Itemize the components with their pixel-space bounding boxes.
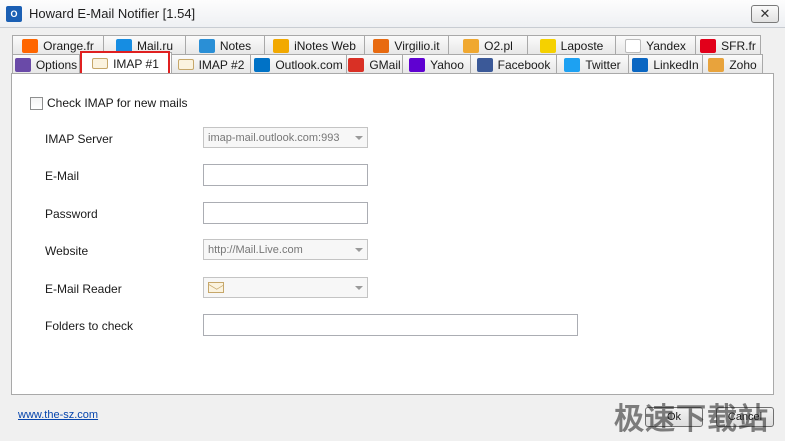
folders-label: Folders to check	[45, 319, 134, 333]
tab-gmail[interactable]: GMail	[347, 54, 403, 74]
outlook-app-icon: O	[6, 5, 22, 22]
website-link[interactable]: www.the-sz.com	[18, 409, 98, 421]
tab-o2-pl[interactable]: O2.pl	[449, 35, 528, 55]
website-value: http://Mail.Live.com	[208, 243, 303, 256]
mailru-icon	[115, 38, 132, 53]
envelope-icon	[208, 282, 224, 293]
tab-label: Facebook	[497, 57, 551, 72]
imap-settings-panel: Check IMAP for new mails IMAP Server ima…	[11, 73, 774, 395]
yandex-icon	[625, 38, 642, 53]
linkedin-icon	[632, 57, 649, 72]
tab-linkedin[interactable]: LinkedIn	[629, 54, 703, 74]
close-icon: ✕	[759, 6, 771, 21]
yahoo-icon	[409, 57, 426, 72]
website-label: Website	[45, 244, 89, 258]
tab-laposte[interactable]: Laposte	[528, 35, 616, 55]
tab-label: Yandex	[646, 38, 686, 53]
check-imap-row[interactable]: Check IMAP for new mails	[30, 96, 188, 110]
laposte-icon	[539, 38, 556, 53]
inotes-icon	[273, 38, 290, 53]
twitter-icon	[564, 57, 581, 72]
imap-server-select[interactable]: imap-mail.outlook.com:993	[203, 127, 368, 148]
imap-server-label: IMAP Server	[45, 132, 113, 146]
tab-label: SFR.fr	[721, 38, 756, 53]
tab-label: Outlook.com	[275, 57, 343, 72]
close-button[interactable]: ✕	[751, 5, 779, 23]
zoho-icon	[708, 57, 725, 72]
email-label: E-Mail	[45, 169, 80, 183]
watermark-text: 极速下载站	[614, 402, 769, 437]
tab-label: IMAP #1	[113, 56, 159, 71]
tab-outlook-com[interactable]: Outlook.com	[251, 54, 347, 74]
tab-label: Orange.fr	[43, 38, 94, 53]
o2-icon	[463, 38, 480, 53]
imap-server-value: imap-mail.outlook.com:993	[208, 131, 340, 144]
email-reader-label: E-Mail Reader	[45, 282, 122, 296]
tab-imap-1[interactable]: IMAP #1	[80, 52, 172, 74]
tab-label: Laposte	[560, 38, 604, 53]
email-reader-select[interactable]	[203, 277, 368, 298]
sfr-icon	[700, 38, 717, 53]
tab-yandex[interactable]: Yandex	[616, 35, 696, 55]
chevron-down-icon	[355, 286, 363, 290]
tab-sfr-fr[interactable]: SFR.fr	[696, 35, 761, 55]
tab-label: LinkedIn	[653, 57, 699, 72]
tab-label: iNotes Web	[294, 38, 356, 53]
chevron-down-icon	[355, 248, 363, 252]
password-label: Password	[45, 207, 98, 221]
tab-label: Mail.ru	[136, 38, 173, 53]
tab-row-front: Options IMAP #1 IMAP #2 Outlook.com GMail Yah…	[12, 52, 763, 74]
gmail-icon	[348, 57, 365, 72]
tab-twitter[interactable]: Twitter	[557, 54, 629, 74]
tab-facebook[interactable]: Facebook	[471, 54, 557, 74]
tab-label: Virgilio.it	[394, 38, 440, 53]
tab-label: Yahoo	[430, 57, 464, 72]
tab-zoho[interactable]: Zoho	[703, 54, 763, 74]
tab-imap-2[interactable]: IMAP #2	[172, 54, 251, 74]
check-imap-checkbox[interactable]	[30, 96, 43, 110]
email-field[interactable]	[203, 164, 368, 186]
outlook-icon	[254, 57, 271, 72]
virgilio-icon	[373, 38, 390, 53]
tab-options[interactable]: Options	[12, 54, 80, 74]
notes-icon	[198, 38, 215, 53]
folders-field[interactable]	[203, 314, 578, 336]
chevron-down-icon	[355, 136, 363, 140]
title-bar: O Howard E-Mail Notifier [1.54] ✕	[0, 0, 785, 28]
tab-label: IMAP #2	[198, 57, 245, 72]
tab-label: Options	[35, 57, 78, 72]
tab-label: Zoho	[729, 57, 757, 72]
tab-label: O2.pl	[484, 38, 513, 53]
tab-notes[interactable]: Notes	[186, 35, 265, 55]
facebook-icon	[476, 57, 493, 72]
website-select[interactable]: http://Mail.Live.com	[203, 239, 368, 260]
orange-icon	[22, 38, 39, 53]
window-title: Howard E-Mail Notifier [1.54]	[29, 6, 196, 21]
tab-label: GMail	[369, 57, 401, 72]
options-icon	[14, 57, 31, 72]
envelope-icon	[177, 59, 194, 70]
check-imap-label: Check IMAP for new mails	[47, 96, 188, 110]
tab-inotes-web[interactable]: iNotes Web	[265, 35, 365, 55]
tab-virgilio-it[interactable]: Virgilio.it	[365, 35, 449, 55]
envelope-icon	[92, 58, 109, 69]
tab-label: Notes	[219, 38, 252, 53]
tab-yahoo[interactable]: Yahoo	[403, 54, 471, 74]
tab-label: Twitter	[585, 57, 621, 72]
password-field[interactable]	[203, 202, 368, 224]
